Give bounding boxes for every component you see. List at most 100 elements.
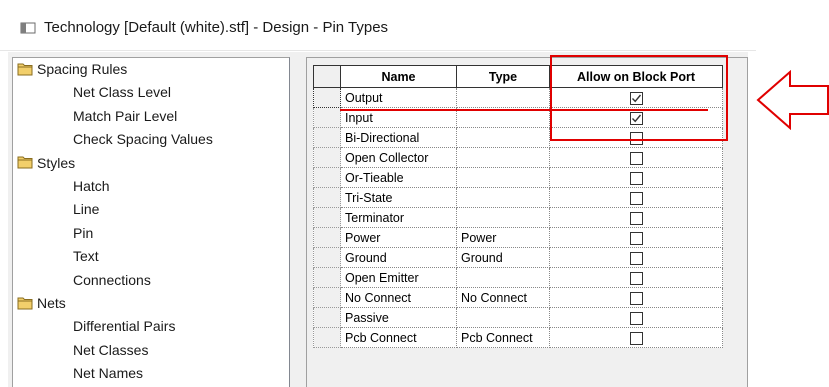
tree-item-pin[interactable]: Pin <box>73 222 93 244</box>
cell-type[interactable] <box>456 107 550 128</box>
tree-item-match-pair-level[interactable]: Match Pair Level <box>73 105 177 127</box>
cell-type[interactable] <box>456 147 550 168</box>
table-row[interactable]: Power Power <box>313 227 723 248</box>
table-row[interactable]: Bi-Directional <box>313 127 723 148</box>
category-tree[interactable]: Spacing Rules Net Class Level Match Pair L… <box>12 57 290 387</box>
cell-allow-on-block-port <box>549 307 723 328</box>
cell-type[interactable] <box>456 187 550 208</box>
row-header[interactable] <box>313 87 341 108</box>
app-icon <box>20 22 36 34</box>
tree-group-label: Styles <box>37 154 76 171</box>
row-header[interactable] <box>313 227 341 248</box>
cell-name[interactable]: Or-Tieable <box>340 167 457 188</box>
table-row[interactable]: Pcb Connect Pcb Connect <box>313 327 723 348</box>
cell-type[interactable]: No Connect <box>456 287 550 308</box>
cell-type[interactable] <box>456 267 550 288</box>
row-header[interactable] <box>313 127 341 148</box>
cell-allow-on-block-port <box>549 167 723 188</box>
allow-on-block-port-checkbox[interactable] <box>629 151 643 165</box>
table-row[interactable]: Open Collector <box>313 147 723 168</box>
row-header[interactable] <box>313 207 341 228</box>
row-header[interactable] <box>313 327 341 348</box>
table-row[interactable]: Open Emitter <box>313 267 723 288</box>
cell-allow-on-block-port <box>549 147 723 168</box>
tree-item-net-class-level[interactable]: Net Class Level <box>73 81 171 103</box>
allow-on-block-port-checkbox[interactable] <box>629 171 643 185</box>
column-header-type[interactable]: Type <box>456 65 550 88</box>
cell-name[interactable]: Open Emitter <box>340 267 457 288</box>
row-header[interactable] <box>313 167 341 188</box>
cell-name[interactable]: Power <box>340 227 457 248</box>
row-header[interactable] <box>313 147 341 168</box>
column-header-name[interactable]: Name <box>340 65 457 88</box>
tree-item-text[interactable]: Text <box>73 245 99 267</box>
allow-on-block-port-checkbox[interactable] <box>629 271 643 285</box>
allow-on-block-port-checkbox[interactable] <box>629 111 643 125</box>
cell-name[interactable]: Ground <box>340 247 457 268</box>
cell-name[interactable]: Passive <box>340 307 457 328</box>
cell-name[interactable]: No Connect <box>340 287 457 308</box>
allow-on-block-port-checkbox[interactable] <box>629 331 643 345</box>
grid-corner[interactable] <box>313 65 341 88</box>
table-row[interactable]: Terminator <box>313 207 723 228</box>
cell-name[interactable]: Open Collector <box>340 147 457 168</box>
row-header[interactable] <box>313 187 341 208</box>
cell-type[interactable] <box>456 167 550 188</box>
tree-item-differential-pairs[interactable]: Differential Pairs <box>73 315 175 337</box>
cell-name[interactable]: Output <box>340 87 457 108</box>
allow-on-block-port-checkbox[interactable] <box>629 251 643 265</box>
tree-item-hatch[interactable]: Hatch <box>73 175 110 197</box>
cell-allow-on-block-port <box>549 87 723 108</box>
tree-item-net-names[interactable]: Net Names <box>73 362 143 384</box>
row-header[interactable] <box>313 307 341 328</box>
cell-type[interactable] <box>456 207 550 228</box>
cell-name[interactable]: Tri-State <box>340 187 457 208</box>
tree-group-spacing-rules[interactable]: Spacing Rules <box>13 58 127 80</box>
cell-allow-on-block-port <box>549 227 723 248</box>
column-header-allow-on-block-port[interactable]: Allow on Block Port <box>549 65 723 88</box>
row-header[interactable] <box>313 247 341 268</box>
row-header[interactable] <box>313 107 341 128</box>
table-row[interactable]: No Connect No Connect <box>313 287 723 308</box>
cell-type[interactable]: Power <box>456 227 550 248</box>
table-row[interactable]: Or-Tieable <box>313 167 723 188</box>
tree-item-line[interactable]: Line <box>73 198 99 220</box>
grid-panel: Name Type Allow on Block Port Output Inpu… <box>306 57 748 387</box>
table-row[interactable]: Passive <box>313 307 723 328</box>
allow-on-block-port-checkbox[interactable] <box>629 291 643 305</box>
row-header[interactable] <box>313 267 341 288</box>
cell-type[interactable]: Pcb Connect <box>456 327 550 348</box>
title-bar: Technology [Default (white).stf] - Desig… <box>0 0 756 51</box>
folder-icon <box>17 63 33 76</box>
table-row[interactable]: Ground Ground <box>313 247 723 268</box>
allow-on-block-port-checkbox[interactable] <box>629 211 643 225</box>
tree-group-styles[interactable]: Styles <box>13 152 75 174</box>
cell-type[interactable] <box>456 127 550 148</box>
allow-on-block-port-checkbox[interactable] <box>629 231 643 245</box>
table-row[interactable]: Input <box>313 107 723 128</box>
window-title: Technology [Default (white).stf] - Desig… <box>44 19 389 36</box>
cell-type[interactable] <box>456 87 550 108</box>
tree-item-net-classes[interactable]: Net Classes <box>73 339 148 361</box>
table-row[interactable]: Tri-State <box>313 187 723 208</box>
tree-group-label: Spacing Rules <box>37 61 128 77</box>
table-row[interactable]: Output <box>313 87 723 108</box>
tree-item-check-spacing-values[interactable]: Check Spacing Values <box>73 128 213 150</box>
checkmark-icon <box>631 94 641 102</box>
cell-type[interactable]: Ground <box>456 247 550 268</box>
cell-name[interactable]: Input <box>340 107 457 128</box>
allow-on-block-port-checkbox[interactable] <box>629 91 643 105</box>
row-header[interactable] <box>313 287 341 308</box>
cell-type[interactable] <box>456 307 550 328</box>
technology-window: Technology [Default (white).stf] - Desig… <box>0 0 756 387</box>
allow-on-block-port-checkbox[interactable] <box>629 131 643 145</box>
cell-name[interactable]: Pcb Connect <box>340 327 457 348</box>
allow-on-block-port-checkbox[interactable] <box>629 191 643 205</box>
cell-name[interactable]: Terminator <box>340 207 457 228</box>
cell-name[interactable]: Bi-Directional <box>340 127 457 148</box>
tree-item-connections[interactable]: Connections <box>73 269 151 291</box>
cell-allow-on-block-port <box>549 207 723 228</box>
checkmark-icon <box>631 114 641 122</box>
allow-on-block-port-checkbox[interactable] <box>629 311 643 325</box>
tree-group-nets[interactable]: Nets <box>13 292 66 314</box>
